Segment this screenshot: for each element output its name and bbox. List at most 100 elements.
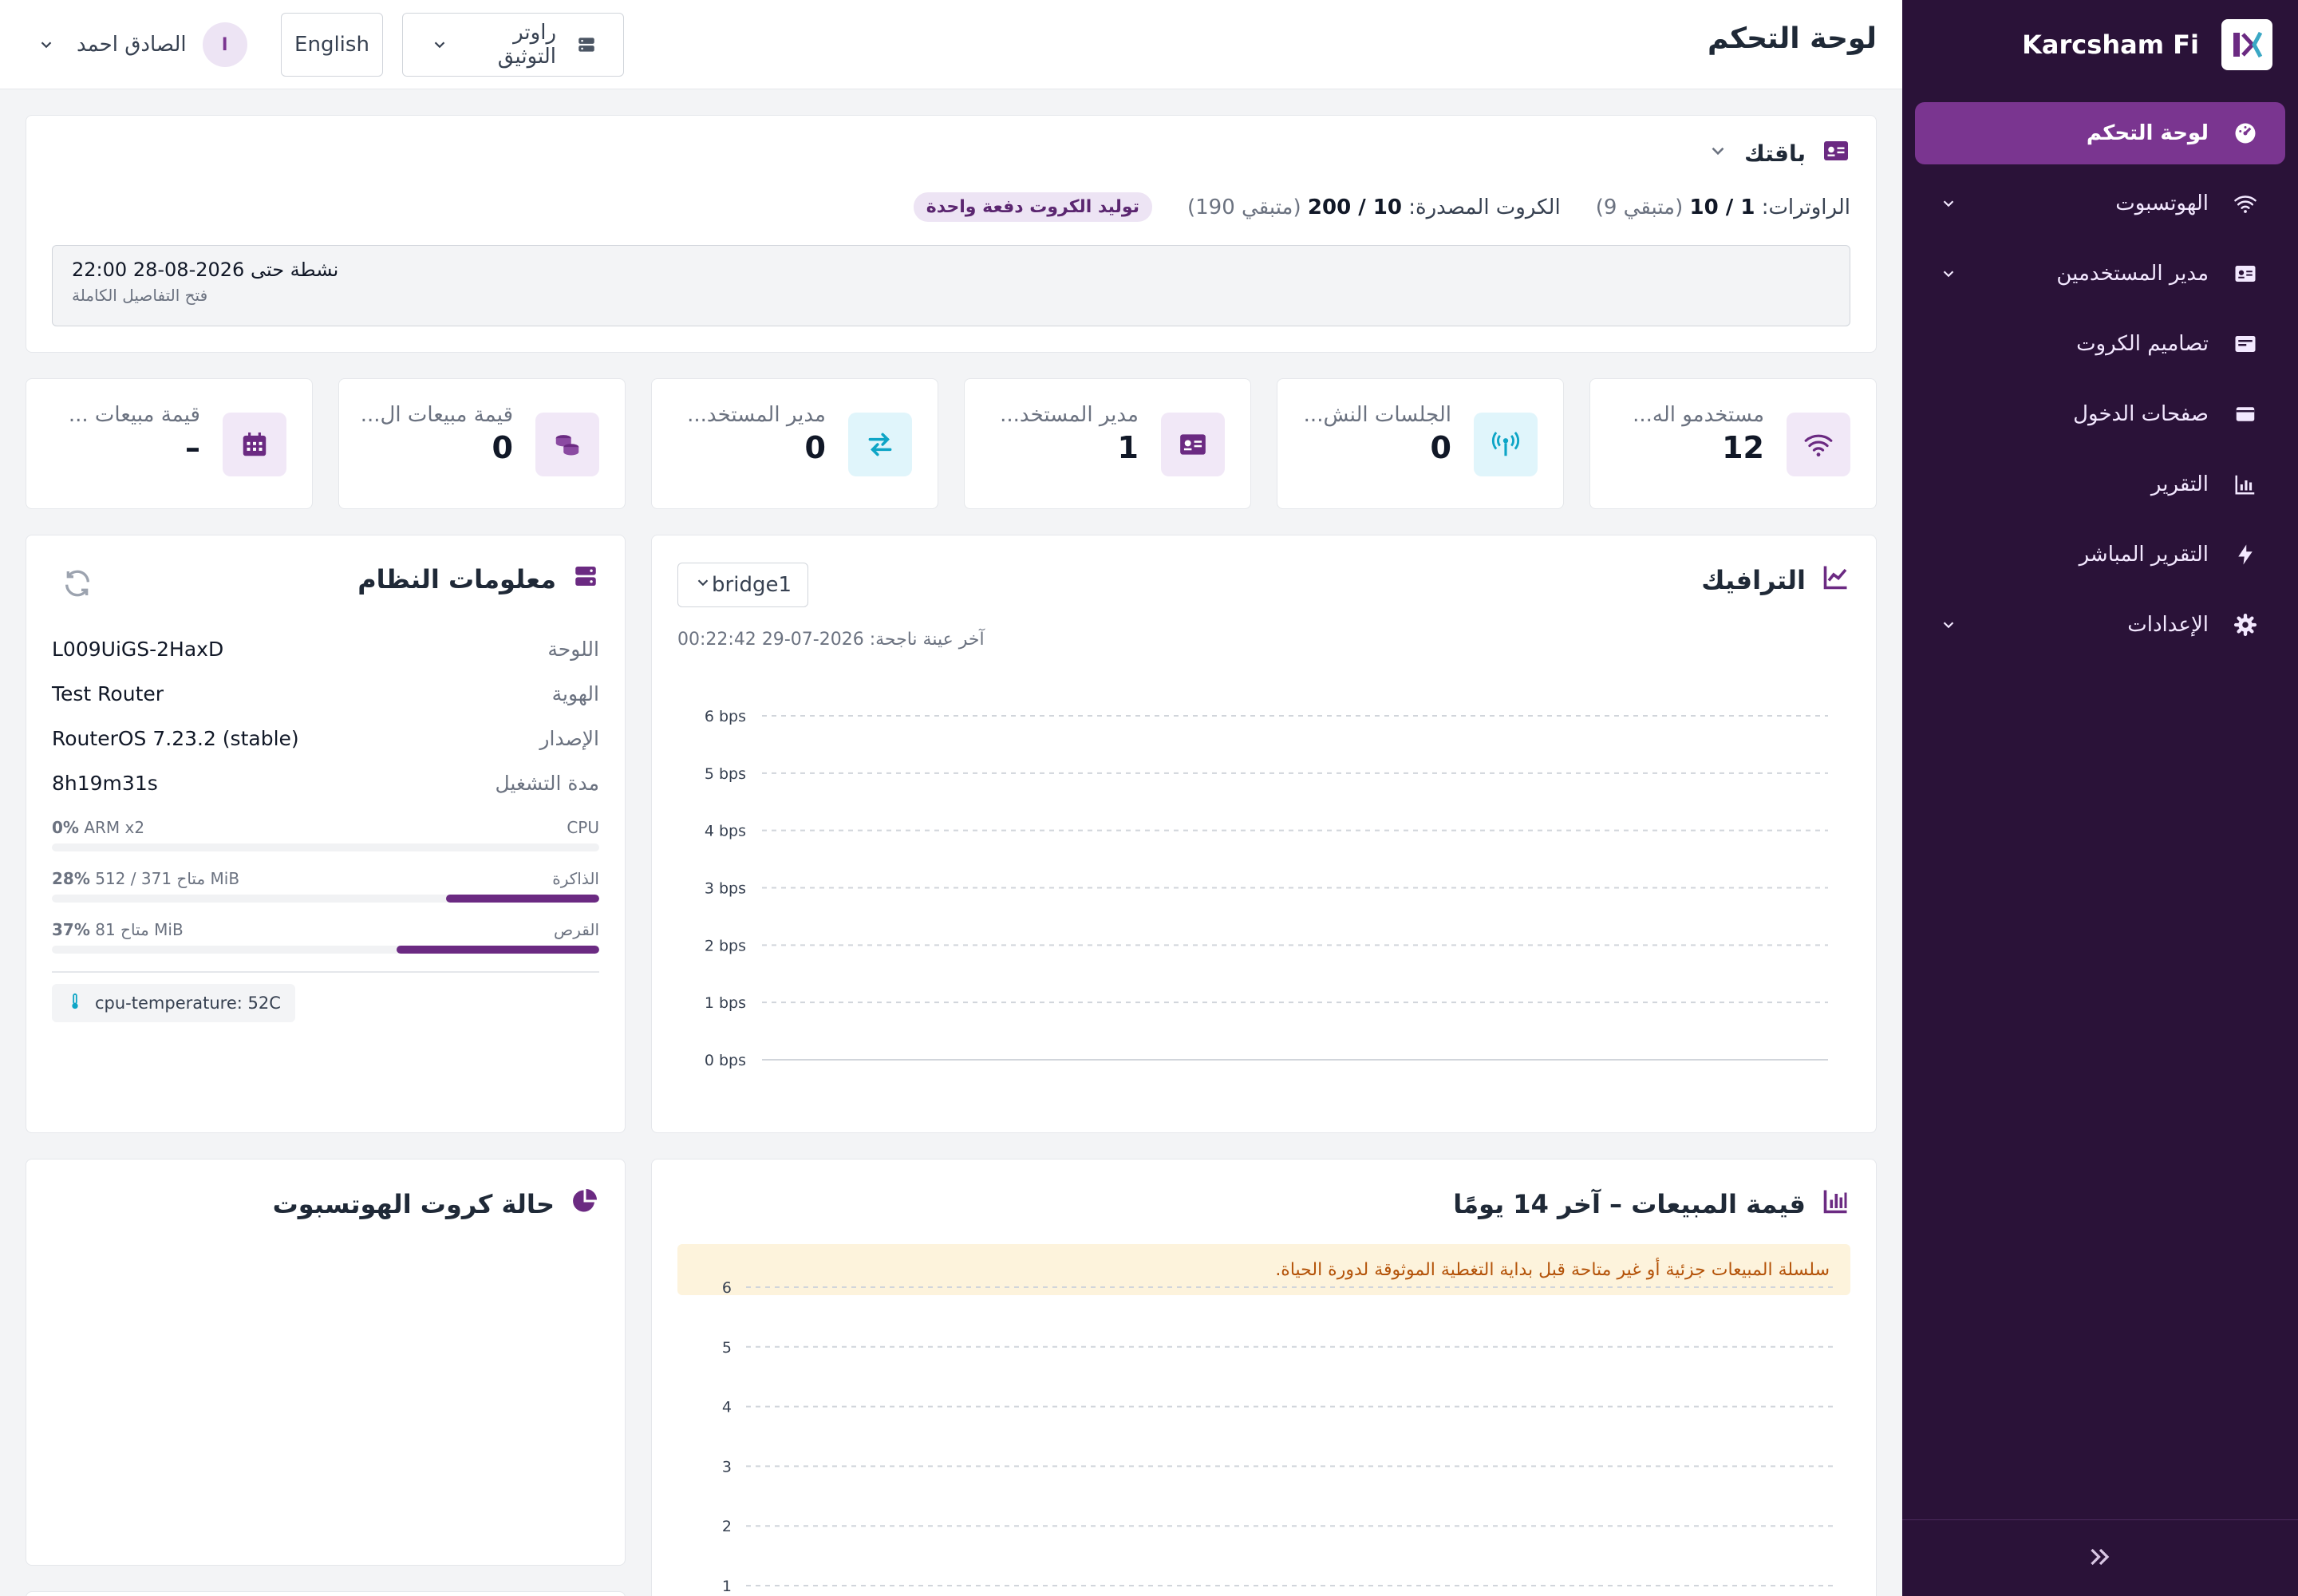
package-details-box[interactable]: نشطة حتى 2026-08-28 22:00 فتح التفاصيل ا… xyxy=(52,245,1850,326)
sales-y-tick-label: 1 xyxy=(722,1578,732,1595)
meter-label: القرص xyxy=(554,920,599,939)
top-bar: لوحة التحكم راوتر التوثيق English ا الصا… xyxy=(0,0,1902,89)
avatar: ا xyxy=(202,22,247,67)
details-link[interactable]: فتح التفاصيل الكاملة xyxy=(72,286,1830,305)
sidebar-item-label: لوحة التحكم xyxy=(2086,121,2209,145)
meter-track xyxy=(52,843,599,851)
sys-value: RouterOS 7.23.2 (stable) xyxy=(52,727,299,750)
page-title: لوحة التحكم xyxy=(1707,22,1877,55)
brand-logo-icon xyxy=(2221,19,2272,70)
stat-value: – xyxy=(185,430,200,465)
meter-label: CPU xyxy=(567,818,599,837)
interface-label: bridge1 xyxy=(712,573,792,597)
line-chart-icon xyxy=(1822,563,1850,598)
stat-card-active-sessions: الجلسات النش... 0 xyxy=(1277,378,1564,509)
interface-select[interactable]: bridge1 xyxy=(677,563,808,607)
user-name: الصادق احمد xyxy=(77,33,187,57)
pie-chart-icon xyxy=(571,1187,599,1222)
stat-value: 0 xyxy=(804,430,826,465)
chevron-down-icon xyxy=(1934,189,1963,218)
sidebar-item-hotspot[interactable]: الهوتسبوت xyxy=(1915,172,2285,235)
sidebar-item-live-report[interactable]: التقرير المباشر xyxy=(1915,523,2285,586)
package-title: باقتك xyxy=(1744,140,1806,167)
temperature-pill: cpu-temperature: 52C xyxy=(52,984,295,1022)
wifi-icon xyxy=(1787,413,1850,476)
sys-row-uptime: مدة التشغيل 8h19m31s xyxy=(52,772,599,795)
meter-percent: 0% xyxy=(52,818,79,837)
next-card-edge xyxy=(26,1591,626,1596)
sidebar-item-login-pages[interactable]: صفحات الدخول xyxy=(1915,383,2285,445)
sidebar: Karcsham Fi لوحة التحكم الهوتسبوت مدير ا… xyxy=(1902,0,2298,1596)
traffic-y-tick-label: 2 bps xyxy=(705,937,746,954)
brand-name: Karcsham Fi xyxy=(2022,30,2199,60)
meter-detail: متاح 81 MiB xyxy=(95,920,184,939)
meter-track xyxy=(52,895,599,903)
id-card-icon xyxy=(1822,136,1850,171)
thermometer-icon xyxy=(66,991,84,1016)
sales-y-tick-label: 2 xyxy=(722,1518,732,1535)
meter-detail: متاح 371 / 512 MiB xyxy=(95,869,240,888)
routers-total: 10 xyxy=(1689,195,1719,219)
sales-y-tick-label: 4 xyxy=(722,1399,732,1416)
cards-label: الكروت المصدرة: xyxy=(1408,195,1561,219)
wifi-icon xyxy=(2231,189,2260,218)
traffic-y-tick-label: 4 bps xyxy=(705,823,746,840)
sidebar-item-card-designs[interactable]: تصاميم الكروت xyxy=(1915,313,2285,375)
meter-fill xyxy=(445,895,599,903)
dashboard-icon xyxy=(2231,119,2260,148)
refresh-button[interactable] xyxy=(61,567,93,602)
sys-row-board: اللوحة L009UiGS-2HaxD xyxy=(52,638,599,661)
gear-icon xyxy=(2231,610,2260,639)
cpu-meter: CPU 0% ARM x2 xyxy=(52,818,599,866)
user-menu[interactable]: ا الصادق احمد xyxy=(32,19,247,70)
traffic-y-tick-label: 1 bps xyxy=(705,994,746,1012)
meter-percent: 37% xyxy=(52,920,90,939)
sales-y-tick-label: 3 xyxy=(722,1458,732,1476)
stat-card-user-manager: مدير المستخد... 1 xyxy=(964,378,1251,509)
server-icon xyxy=(572,563,599,596)
routers-remaining: (متبقي 9) xyxy=(1595,195,1684,219)
sidebar-item-dashboard[interactable]: لوحة التحكم xyxy=(1915,102,2285,164)
batch-generation-badge: توليد الكروت دفعة واحدة xyxy=(913,192,1152,222)
hotspot-cards-header: حالة كروت الهوتسبوت xyxy=(273,1187,599,1222)
sidebar-item-settings[interactable]: الإعدادات xyxy=(1915,594,2285,656)
stat-card-sales-value: قيمة مبيعات ال... 0 xyxy=(338,378,626,509)
stat-value: 0 xyxy=(1430,430,1451,465)
sys-value: Test Router xyxy=(52,682,164,705)
language-button[interactable]: English xyxy=(281,13,383,77)
disk-meter: القرص 37% متاح 81 MiB xyxy=(52,920,599,968)
stat-title: قيمة مبيعات ... xyxy=(68,403,200,427)
sidebar-item-user-manager[interactable]: مدير المستخدمين xyxy=(1915,243,2285,305)
routers-label: الراوترات: xyxy=(1761,195,1850,219)
sidebar-item-label: الإعدادات xyxy=(2127,613,2209,637)
sidebar-item-label: تصاميم الكروت xyxy=(2076,332,2209,356)
stat-value: 0 xyxy=(492,430,513,465)
sidebar-item-label: الهوتسبوت xyxy=(2115,192,2209,215)
traffic-chart: 0 bps 1 bps 2 bps 3 bps 4 bps 5 bps 6 bps xyxy=(705,708,1828,1069)
sidebar-item-report[interactable]: التقرير xyxy=(1915,453,2285,516)
meter-detail: ARM x2 xyxy=(84,818,145,837)
router-select[interactable]: راوتر التوثيق xyxy=(402,13,624,77)
calendar-icon xyxy=(223,413,286,476)
antenna-icon xyxy=(1474,413,1538,476)
cards-used: 10 xyxy=(1372,195,1402,219)
package-stats: الراوترات: 1 / 10 (متبقي 9) الكروت المصد… xyxy=(913,192,1850,222)
stat-card-hotspot-users: مستخدمو اله... 12 xyxy=(1589,378,1877,509)
traffic-card: الترافيك bridge1 آخر عينة ناجحة: 2026-07… xyxy=(651,535,1877,1133)
login-page-icon xyxy=(2231,400,2260,429)
chevron-down-icon xyxy=(1934,610,1963,639)
traffic-header: الترافيك xyxy=(1701,563,1850,598)
hotspot-cards-title: حالة كروت الهوتسبوت xyxy=(272,1189,555,1219)
sidebar-item-label: مدير المستخدمين xyxy=(2056,262,2209,286)
stat-title: الجلسات النش... xyxy=(1303,403,1451,427)
chevron-down-icon xyxy=(1934,259,1963,288)
system-info-card: معلومات النظام اللوحة L009UiGS-2HaxD الهو… xyxy=(26,535,626,1133)
bolt-icon xyxy=(2231,540,2260,569)
card-design-icon xyxy=(2231,330,2260,358)
bar-chart-icon xyxy=(1822,1187,1850,1222)
collapse-sidebar-button[interactable] xyxy=(1902,1519,2298,1596)
sales-card: قيمة المبيعات – آخر 14 يومًا سلسلة المبي… xyxy=(651,1159,1877,1596)
stat-title: مستخدمو اله... xyxy=(1633,403,1764,427)
refresh-icon xyxy=(61,570,93,602)
package-header[interactable]: باقتك xyxy=(1708,136,1850,171)
